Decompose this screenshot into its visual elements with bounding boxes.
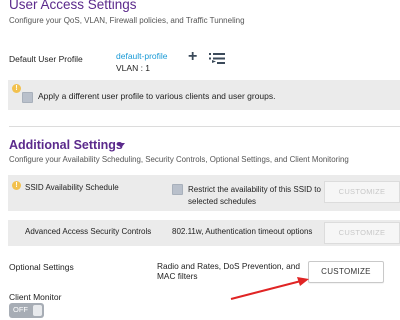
ssid-schedule-checkbox[interactable] — [172, 184, 183, 195]
optional-settings-customize-button[interactable]: CUSTOMIZE — [308, 261, 384, 283]
apply-profile-checkbox[interactable] — [22, 92, 33, 103]
user-access-title: User Access Settings — [9, 0, 137, 12]
security-controls-panel: Advanced Access Security Controls 802.11… — [8, 220, 400, 246]
info-icon: ! — [12, 84, 21, 93]
list-icon[interactable] — [209, 53, 225, 64]
security-controls-description: 802.11w, Authentication timeout options — [172, 227, 313, 236]
security-controls-customize-button[interactable]: CUSTOMIZE — [324, 222, 400, 244]
ssid-schedule-checkbox-label: Restrict the availability of this SSID t… — [188, 185, 321, 206]
apply-profile-label: Apply a different user profile to variou… — [38, 91, 276, 101]
chevron-down-icon[interactable] — [117, 143, 125, 148]
toggle-state-label: OFF — [13, 305, 28, 314]
plus-icon[interactable]: + — [188, 49, 197, 65]
vlan-text: VLAN : 1 — [116, 63, 151, 73]
ssid-schedule-panel: ! SSID Availability Schedule Restrict th… — [8, 175, 400, 211]
ssid-schedule-customize-button[interactable]: CUSTOMIZE — [324, 181, 400, 203]
optional-settings-description: Radio and Rates, DoS Prevention, and MAC… — [157, 261, 300, 281]
default-profile-label: Default User Profile — [9, 54, 83, 64]
user-access-subtitle: Configure your QoS, VLAN, Firewall polic… — [9, 16, 245, 25]
client-monitor-toggle[interactable]: OFF — [9, 303, 44, 318]
additional-settings-title[interactable]: Additional Settings — [9, 138, 123, 152]
section-divider — [9, 126, 400, 127]
security-controls-label: Advanced Access Security Controls — [25, 227, 152, 236]
apply-profile-panel: ! Apply a different user profile to vari… — [8, 80, 400, 110]
info-icon: ! — [12, 181, 21, 190]
default-profile-link[interactable]: default-profile — [116, 51, 168, 61]
additional-settings-subtitle: Configure your Availability Scheduling, … — [9, 155, 349, 164]
toggle-knob — [33, 305, 42, 316]
ssid-schedule-label: SSID Availability Schedule — [25, 183, 119, 192]
optional-settings-label: Optional Settings — [9, 262, 74, 272]
client-monitor-label: Client Monitor — [9, 292, 62, 302]
